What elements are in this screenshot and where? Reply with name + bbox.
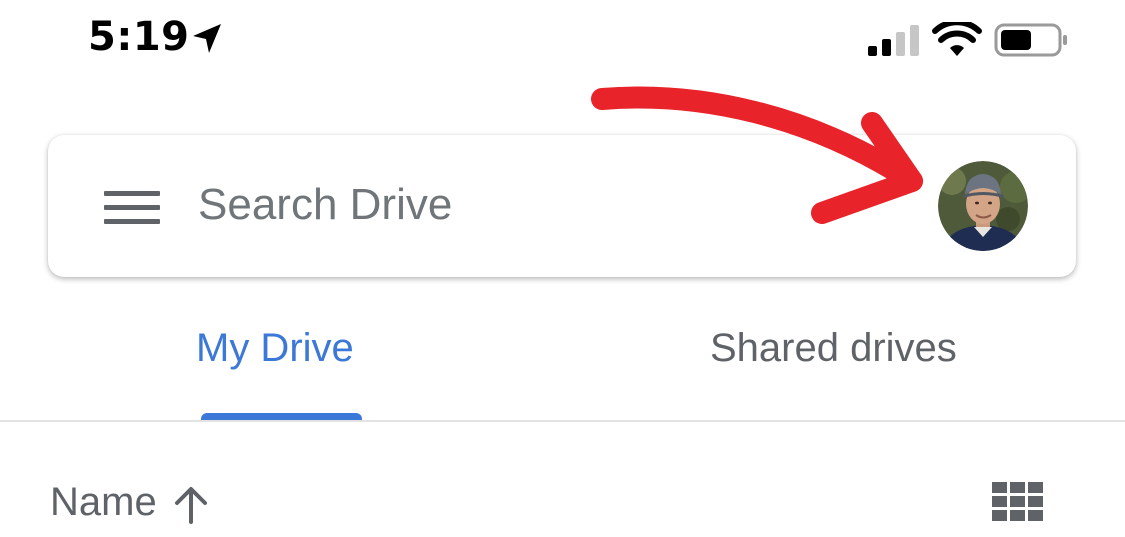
status-time: 5:19: [88, 14, 190, 60]
arrow-up-icon[interactable]: [172, 484, 210, 524]
tabs-divider: [0, 420, 1125, 422]
tab-my-drive[interactable]: My Drive: [196, 326, 354, 386]
cellular-signal-icon: [868, 25, 919, 56]
location-arrow-icon: [193, 24, 221, 53]
hamburger-menu-icon[interactable]: [104, 187, 160, 227]
avatar-photo: [938, 161, 1028, 251]
drive-screen: 5:19 Search Drive My Drive Shared drives…: [0, 0, 1125, 537]
wifi-icon: [932, 22, 982, 56]
grid-view-icon[interactable]: [992, 482, 1044, 522]
sort-name-label[interactable]: Name: [50, 480, 157, 525]
account-avatar-icon[interactable]: [938, 161, 1028, 251]
tab-shared-drives[interactable]: Shared drives: [710, 326, 957, 386]
search-input[interactable]: [198, 175, 798, 235]
search-bar: [48, 135, 1076, 277]
battery-icon: [994, 23, 1067, 57]
